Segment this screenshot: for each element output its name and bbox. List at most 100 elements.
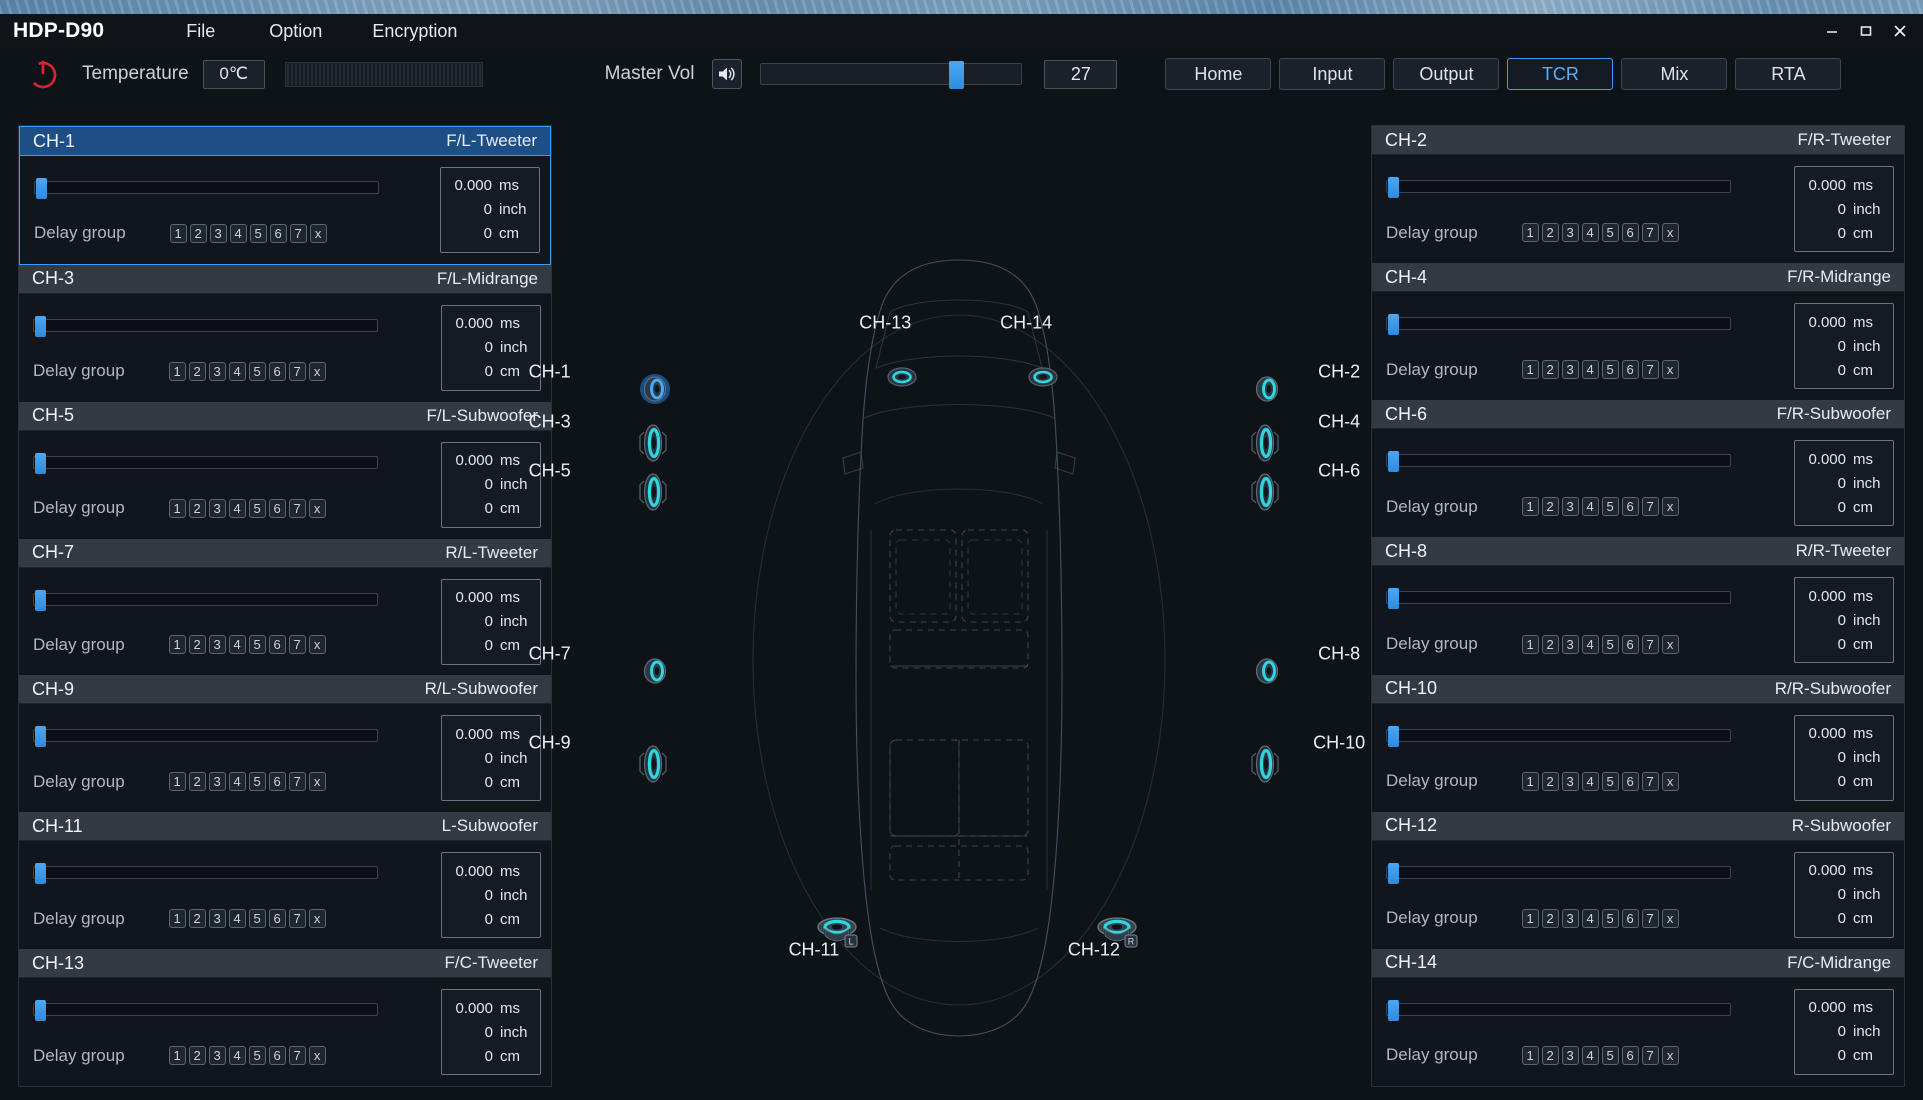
delay-group-button-4[interactable]: 4 — [1581, 223, 1599, 243]
channel-panel-ch-11[interactable]: CH-11 L-Subwoofer Delay group 1 2 3 4 5 6 7 x 0.000… — [19, 812, 551, 949]
delay-group-button-1[interactable]: 1 — [168, 635, 186, 655]
delay-slider[interactable] — [1386, 725, 1731, 747]
delay-group-button-5[interactable]: 5 — [248, 1046, 266, 1066]
delay-group-button-2[interactable]: 2 — [188, 361, 206, 381]
channel-header[interactable]: CH-12 R-Subwoofer — [1372, 811, 1904, 841]
delay-group-button-1[interactable]: 1 — [168, 1046, 186, 1066]
delay-slider[interactable] — [1386, 314, 1731, 336]
delay-readout[interactable]: 0.000 ms 0 inch 0 cm — [1794, 440, 1894, 527]
delay-group-button-7[interactable]: 7 — [1641, 223, 1659, 243]
delay-group-button-4[interactable]: 4 — [229, 223, 247, 243]
delay-group-button-6[interactable]: 6 — [268, 361, 286, 381]
delay-slider[interactable] — [33, 452, 378, 474]
delay-group-button-5[interactable]: 5 — [1601, 497, 1619, 517]
delay-group-button-7[interactable]: 7 — [1641, 497, 1659, 517]
delay-group-button-5[interactable]: 5 — [249, 223, 267, 243]
delay-group-button-5[interactable]: 5 — [1601, 908, 1619, 928]
delay-group-button-6[interactable]: 6 — [1621, 908, 1639, 928]
delay-group-button-3[interactable]: 3 — [208, 772, 226, 792]
delay-group-button-2[interactable]: 2 — [189, 223, 207, 243]
channel-panel-ch-13[interactable]: CH-13 F/C-Tweeter Delay group 1 2 3 4 5 6 7 x 0.000… — [19, 949, 551, 1086]
delay-group-button-3[interactable]: 3 — [1561, 360, 1579, 380]
delay-group-button-7[interactable]: 7 — [288, 772, 306, 792]
delay-group-button-5[interactable]: 5 — [1601, 223, 1619, 243]
tab-output[interactable]: Output — [1393, 58, 1500, 90]
delay-group-button-6[interactable]: 6 — [268, 635, 286, 655]
delay-group-button-1[interactable]: 1 — [169, 223, 187, 243]
delay-group-button-6[interactable]: 6 — [1621, 360, 1639, 380]
delay-group-button-7[interactable]: 7 — [1641, 634, 1659, 654]
tab-home[interactable]: Home — [1165, 58, 1272, 90]
master-volume-value[interactable]: 27 — [1044, 59, 1118, 89]
delay-slider-thumb[interactable] — [35, 1000, 46, 1022]
delay-group-button-6[interactable]: 6 — [269, 223, 287, 243]
delay-group-button-x[interactable]: x — [308, 909, 326, 929]
channel-header[interactable]: CH-4 F/R-Midrange — [1372, 263, 1904, 293]
delay-readout[interactable]: 0.000 ms 0 inch 0 cm — [441, 715, 541, 802]
delay-slider[interactable] — [33, 726, 378, 748]
delay-group-button-3[interactable]: 3 — [1561, 223, 1579, 243]
maximize-button[interactable] — [1849, 17, 1883, 45]
delay-group-button-1[interactable]: 1 — [168, 772, 186, 792]
channel-panel-ch-1[interactable]: CH-1 F/L-Tweeter Delay group 1 2 3 4 5 6 7 x 0.000 m… — [19, 126, 551, 265]
delay-group-button-x[interactable]: x — [1661, 1045, 1679, 1065]
delay-slider-thumb[interactable] — [1388, 725, 1399, 747]
delay-group-button-3[interactable]: 3 — [208, 1046, 226, 1066]
delay-group-button-6[interactable]: 6 — [268, 909, 286, 929]
delay-slider[interactable] — [33, 589, 378, 611]
master-volume-slider-thumb[interactable] — [949, 61, 965, 89]
delay-slider[interactable] — [33, 1000, 378, 1022]
delay-group-button-2[interactable]: 2 — [188, 909, 206, 929]
delay-group-button-3[interactable]: 3 — [1561, 908, 1579, 928]
menu-item-encryption[interactable]: Encryption — [356, 18, 473, 45]
delay-group-button-x[interactable]: x — [308, 635, 326, 655]
delay-slider[interactable] — [33, 863, 378, 885]
channel-header[interactable]: CH-10 R/R-Subwoofer — [1372, 674, 1904, 704]
tab-mix[interactable]: Mix — [1621, 58, 1728, 90]
delay-readout[interactable]: 0.000 ms 0 inch 0 cm — [1794, 851, 1894, 938]
delay-slider[interactable] — [34, 177, 379, 199]
channel-panel-ch-6[interactable]: CH-6 F/R-Subwoofer Delay group 1 2 3 4 5 6 7 x 0.00… — [1372, 400, 1904, 537]
delay-group-button-5[interactable]: 5 — [1601, 634, 1619, 654]
delay-group-button-7[interactable]: 7 — [1641, 908, 1659, 928]
delay-group-button-2[interactable]: 2 — [188, 1046, 206, 1066]
delay-readout[interactable]: 0.000 ms 0 inch 0 cm — [1794, 577, 1894, 664]
delay-group-button-6[interactable]: 6 — [1621, 771, 1639, 791]
delay-group-button-x[interactable]: x — [308, 1046, 326, 1066]
channel-header[interactable]: CH-13 F/C-Tweeter — [19, 949, 551, 979]
delay-slider-thumb[interactable] — [1388, 451, 1399, 473]
menu-item-file[interactable]: File — [170, 18, 231, 45]
delay-group-button-2[interactable]: 2 — [188, 498, 206, 518]
delay-group-button-4[interactable]: 4 — [1581, 634, 1599, 654]
delay-group-button-2[interactable]: 2 — [1541, 223, 1559, 243]
close-button[interactable] — [1883, 17, 1917, 45]
channel-header[interactable]: CH-9 R/L-Subwoofer — [19, 675, 551, 705]
delay-readout[interactable]: 0.000 ms 0 inch 0 cm — [441, 989, 541, 1076]
channel-header[interactable]: CH-8 R/R-Tweeter — [1372, 537, 1904, 567]
channel-header[interactable]: CH-1 F/L-Tweeter — [20, 127, 550, 156]
delay-group-button-7[interactable]: 7 — [288, 498, 306, 518]
delay-group-button-4[interactable]: 4 — [228, 1046, 246, 1066]
delay-group-button-2[interactable]: 2 — [188, 635, 206, 655]
delay-group-button-1[interactable]: 1 — [168, 909, 186, 929]
delay-group-button-1[interactable]: 1 — [1521, 771, 1539, 791]
delay-group-button-x[interactable]: x — [1661, 908, 1679, 928]
delay-group-button-2[interactable]: 2 — [1541, 771, 1559, 791]
delay-group-button-x[interactable]: x — [1661, 634, 1679, 654]
delay-group-button-4[interactable]: 4 — [1581, 360, 1599, 380]
channel-header[interactable]: CH-14 F/C-Midrange — [1372, 948, 1904, 978]
delay-group-button-3[interactable]: 3 — [208, 909, 226, 929]
delay-group-button-6[interactable]: 6 — [268, 498, 286, 518]
channel-panel-ch-9[interactable]: CH-9 R/L-Subwoofer Delay group 1 2 3 4 5 6 7 x 0.00… — [19, 675, 551, 812]
delay-slider[interactable] — [1386, 177, 1731, 199]
delay-readout[interactable]: 0.000 ms 0 inch 0 cm — [1794, 714, 1894, 801]
channel-header[interactable]: CH-3 F/L-Midrange — [19, 264, 551, 294]
delay-group-button-4[interactable]: 4 — [1581, 1045, 1599, 1065]
delay-group-button-x[interactable]: x — [308, 498, 326, 518]
delay-group-button-x[interactable]: x — [1661, 223, 1679, 243]
delay-group-button-2[interactable]: 2 — [1541, 634, 1559, 654]
delay-group-button-7[interactable]: 7 — [1641, 771, 1659, 791]
delay-group-button-1[interactable]: 1 — [1521, 223, 1539, 243]
channel-panel-ch-3[interactable]: CH-3 F/L-Midrange Delay group 1 2 3 4 5 6 7 x 0.000… — [19, 264, 551, 402]
delay-group-button-6[interactable]: 6 — [1621, 497, 1639, 517]
